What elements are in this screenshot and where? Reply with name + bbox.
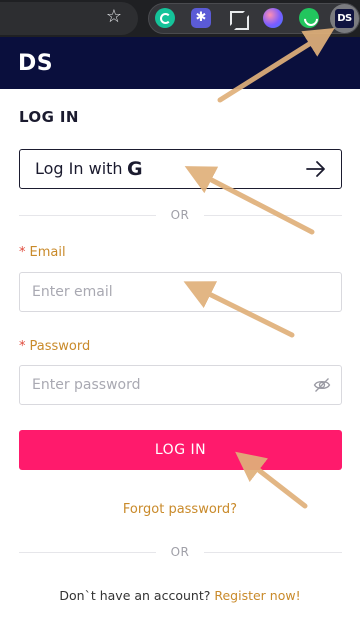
google-login-button[interactable]: Log In with G <box>19 149 342 189</box>
divider-right-2 <box>204 552 342 553</box>
divider-left-2 <box>19 552 156 553</box>
divider-left <box>19 215 156 216</box>
required-marker: * <box>19 339 26 354</box>
login-submit-button[interactable]: LOG IN <box>19 430 342 470</box>
register-link[interactable]: Register now! <box>214 588 300 603</box>
or-separator-2: OR <box>170 545 190 559</box>
forgot-password-link[interactable]: Forgot password? <box>0 502 360 517</box>
google-login-label: Log In with <box>35 159 123 178</box>
arrow-right-icon <box>306 161 325 177</box>
google-icon: G <box>127 158 143 180</box>
smile-extension-icon[interactable] <box>299 8 319 28</box>
crop-icon[interactable] <box>227 8 249 30</box>
eye-hidden-icon[interactable] <box>313 376 331 394</box>
password-field[interactable] <box>19 365 342 405</box>
grammarly-icon[interactable] <box>155 8 175 28</box>
divider-right <box>204 215 342 216</box>
register-prompt: Don`t have an account? <box>59 588 211 603</box>
extensions-group <box>148 3 360 34</box>
email-field[interactable] <box>19 272 342 312</box>
email-label: * Email <box>19 245 66 260</box>
orb-extension-icon[interactable] <box>263 8 283 28</box>
register-prompt-row: Don`t have an account? Register now! <box>0 588 360 603</box>
required-marker: * <box>19 245 26 260</box>
page-title: LOG IN <box>19 108 79 126</box>
password-label: * Password <box>19 339 91 354</box>
ds-extension-icon[interactable]: DS <box>335 9 354 28</box>
app-header <box>0 37 360 89</box>
annotation-arrows <box>183 28 335 509</box>
or-separator: OR <box>170 208 190 222</box>
gear-extension-icon[interactable] <box>191 8 211 28</box>
bookmark-star-icon[interactable]: ☆ <box>104 7 124 27</box>
app-logo: DS <box>18 51 54 76</box>
